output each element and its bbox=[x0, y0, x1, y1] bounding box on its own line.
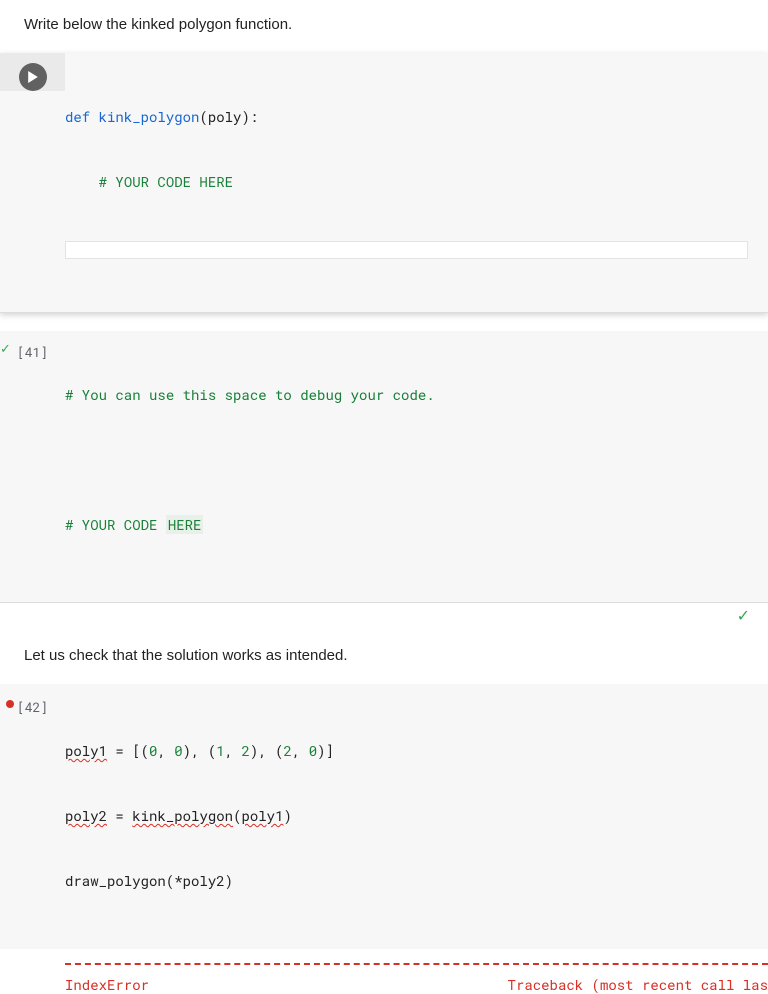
call-draw-polygon: draw_polygon(*poly2) bbox=[65, 871, 233, 890]
var-poly1: poly1 bbox=[65, 741, 107, 760]
code-cell-kink-polygon: def kink_polygon(poly): # YOUR CODE HERE bbox=[0, 53, 768, 313]
error-name: IndexError bbox=[65, 975, 149, 994]
func-name: kink_polygon bbox=[90, 107, 199, 126]
code-blank-line[interactable] bbox=[65, 241, 748, 259]
traceback-label: Traceback (most recent call las bbox=[508, 975, 768, 994]
code-cell-42: [42] poly1 = [(0, 0), (1, 2), (2, 0)] po… bbox=[0, 684, 768, 949]
indent bbox=[65, 172, 99, 191]
run-cell-button[interactable] bbox=[19, 63, 47, 91]
status-check-icon: ✓ bbox=[737, 606, 750, 626]
intro-text: Write below the kinked polygon function. bbox=[24, 16, 292, 33]
cell-gutter bbox=[0, 53, 65, 91]
comment-here-highlight: HERE bbox=[166, 515, 204, 534]
comment-your-code-pre: # YOUR CODE bbox=[65, 515, 166, 534]
arg-poly1: poly1 bbox=[241, 806, 283, 825]
error-separator bbox=[65, 963, 768, 971]
var-poly2: poly2 bbox=[65, 806, 107, 825]
cell-gutter: ✓ [41] bbox=[0, 331, 65, 361]
signature-tail: (poly): bbox=[199, 107, 258, 126]
comment-your-code: # YOUR CODE HERE bbox=[99, 172, 233, 191]
play-icon bbox=[27, 71, 39, 83]
cell-execution-count: [41] bbox=[17, 343, 48, 361]
cell-execution-count: [42] bbox=[17, 698, 48, 716]
cell-gutter: [42] bbox=[0, 686, 65, 716]
check-icon: ✓ bbox=[0, 341, 11, 357]
code-editor[interactable]: # You can use this space to debug your c… bbox=[65, 331, 768, 590]
comment-debug: # You can use this space to debug your c… bbox=[65, 385, 435, 404]
code-editor[interactable]: def kink_polygon(poly): # YOUR CODE HERE bbox=[65, 53, 768, 312]
check-text: Let us check that the solution works as … bbox=[24, 647, 348, 664]
markdown-check: Let us check that the solution works as … bbox=[0, 647, 768, 664]
code-editor[interactable]: poly1 = [(0, 0), (1, 2), (2, 0)] poly2 =… bbox=[65, 686, 768, 945]
markdown-intro: Write below the kinked polygon function. bbox=[0, 16, 768, 33]
status-bar: ✓ bbox=[0, 602, 768, 628]
error-dot-icon bbox=[6, 700, 14, 708]
error-output: IndexError Traceback (most recent call l… bbox=[65, 971, 768, 994]
keyword-def: def bbox=[65, 107, 90, 126]
code-cell-41: ✓ [41] # You can use this space to debug… bbox=[0, 331, 768, 626]
call-kink-polygon: kink_polygon bbox=[132, 806, 233, 825]
